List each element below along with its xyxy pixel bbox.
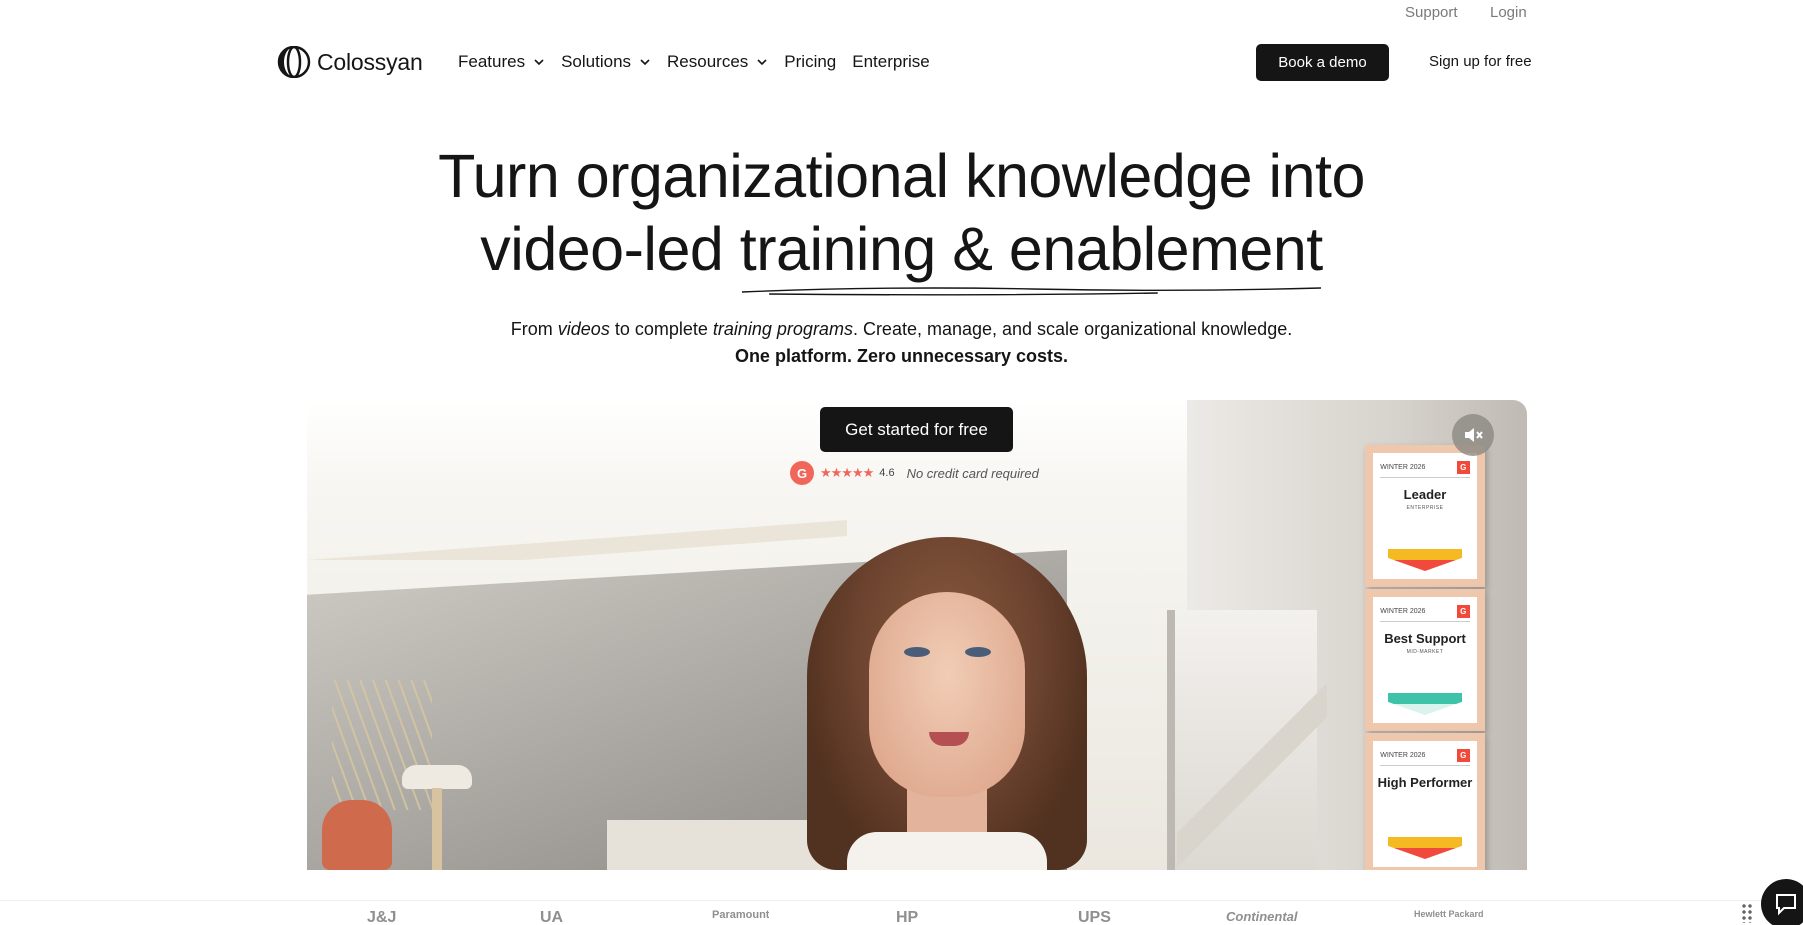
nav-pricing[interactable]: Pricing [784,52,836,72]
customer-logos: J&J UA Paramount HP UPS Continental Hewl… [0,900,1803,925]
rating-stars-icon: ★★★★★ [820,465,874,480]
g2-badge-high-performer: WINTER 2026 G High Performer [1365,733,1485,870]
nav-features[interactable]: Features [458,52,545,72]
login-link[interactable]: Login [1490,4,1527,21]
badge-header: WINTER 2026 G [1380,605,1470,622]
signup-link[interactable]: Sign up for free [1429,53,1532,70]
badge-title: High Performer [1377,775,1473,790]
badge-season: WINTER 2026 [1380,752,1426,759]
nav-links: Features Solutions Resources Pricing Ent… [458,52,946,72]
colossyan-logo-icon [276,46,313,78]
customer-logo: UPS [1078,909,1111,925]
subtitle-em-training: training programs [712,319,853,339]
badge-subtitle: ENTERPRISE [1406,505,1444,511]
hero-subtitle: From videos to complete training program… [0,316,1803,370]
customer-logo: Continental [1226,909,1298,924]
chat-bubble-icon [1776,894,1796,916]
no-credit-card-note: No credit card required [906,465,1039,481]
badge-subtitle: MID-MARKET [1406,649,1444,655]
g2-badge-leader: WINTER 2026 G Leader ENTERPRISE [1365,445,1485,587]
badge-header: WINTER 2026 G [1380,461,1470,478]
g2-rating: G ★★★★★ 4.6 No credit card required [790,461,1039,485]
hero-title: Turn organizational knowledge into video… [0,140,1803,296]
video-lamp [402,765,472,789]
nav-resources[interactable]: Resources [667,52,768,72]
badge-season: WINTER 2026 [1380,608,1426,615]
subtitle-part-a: From [510,319,558,339]
customer-logo: Paramount [712,909,770,921]
get-started-button[interactable]: Get started for free [820,407,1013,452]
presenter-shirt [847,832,1047,870]
underline-squiggle [741,287,1321,296]
video-background-beam [307,520,847,560]
hero-title-line1: Turn organizational knowledge into [438,142,1365,210]
chat-button[interactable] [1761,879,1803,925]
nav-solutions-label: Solutions [561,52,632,71]
badge-title: Leader [1403,487,1447,502]
video-vase [322,800,392,870]
chevron-down-icon [640,59,650,66]
rating-score: 4.6 [879,467,895,479]
badge-ribbon [1387,693,1463,715]
badge-ribbon [1387,549,1463,571]
chevron-down-icon [757,59,767,66]
hero-title-line2a: video-led [480,215,740,283]
customer-logo: UA [540,909,564,925]
nav-features-label: Features [458,52,526,71]
hero-title-highlight: training & enablement [739,213,1323,296]
customer-logo: J&J [367,909,397,925]
customer-logo: Hewlett Packard [1414,909,1484,919]
g2-icon: G [1456,461,1470,474]
subtitle-tagline: One platform. Zero unnecessary costs. [734,346,1069,366]
brand-name: Colossyan [317,48,423,75]
badge-header: WINTER 2026 G [1380,749,1470,766]
speaker-muted-icon [1465,428,1483,442]
g2-icon: G [1456,749,1470,762]
nav-resources-label: Resources [667,52,749,71]
presenter-face [869,592,1025,797]
brand-logo[interactable]: Colossyan [276,46,423,78]
badge-season: WINTER 2026 [1380,464,1426,471]
customer-logo: HP [896,909,919,925]
video-lamp-stem [432,788,442,870]
hero-title-line2b: training & enablement [739,215,1323,283]
g2-logo-icon: G [790,461,814,485]
video-background-stair [1177,680,1327,870]
utility-bar: Support Login [0,0,1803,26]
support-link[interactable]: Support [1405,4,1458,21]
nav-enterprise[interactable]: Enterprise [852,52,929,72]
mute-button[interactable] [1452,414,1494,456]
presenter-eye [965,647,991,657]
subtitle-part-b: to complete [609,319,713,339]
badge-card: WINTER 2026 G Leader ENTERPRISE [1373,453,1477,579]
subtitle-part-c: . Create, manage, and scale organization… [852,319,1293,339]
g2-badge-best-support: WINTER 2026 G Best Support MID-MARKET [1365,589,1485,731]
nav-solutions[interactable]: Solutions [561,52,651,72]
main-nav: Colossyan Features Solutions Resources P… [0,42,1803,82]
badge-ribbon [1387,837,1463,859]
badge-card: WINTER 2026 G Best Support MID-MARKET [1373,597,1477,723]
badge-card: WINTER 2026 G High Performer [1373,741,1477,867]
chevron-down-icon [534,59,544,66]
presenter-eye [904,647,930,657]
book-demo-button[interactable]: Book a demo [1256,44,1389,81]
subtitle-em-videos: videos [557,319,610,339]
video-plant [332,680,432,810]
badge-title: Best Support [1384,631,1466,646]
drag-handle-icon[interactable] [1741,903,1753,923]
g2-icon: G [1456,605,1470,618]
avatar-presenter [807,537,1087,870]
